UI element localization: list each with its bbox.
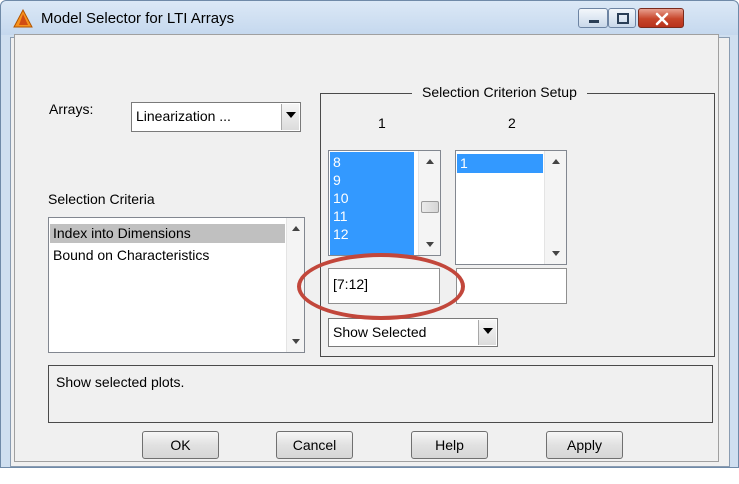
highlight-ring — [297, 253, 465, 320]
list-item[interactable]: 1 — [457, 154, 543, 173]
message-text: Show selected plots. — [56, 374, 185, 390]
window-title: Model Selector for LTI Arrays — [41, 10, 235, 27]
show-option-value: Show Selected — [333, 324, 427, 340]
dimension-2-index-field[interactable] — [456, 268, 567, 304]
arrays-dropdown-value: Linearization ... — [136, 108, 231, 124]
arrays-dropdown[interactable]: Linearization ... — [131, 102, 301, 132]
list-item[interactable]: 9 — [330, 172, 341, 189]
cancel-button[interactable]: Cancel — [276, 431, 353, 459]
arrays-label: Arrays: — [49, 101, 94, 117]
list-item[interactable]: 8 — [330, 154, 341, 171]
matlab-icon — [13, 9, 33, 28]
close-button[interactable] — [638, 8, 684, 28]
help-button[interactable]: Help — [411, 431, 488, 459]
column-1-header: 1 — [378, 115, 386, 131]
maximize-button[interactable] — [608, 8, 636, 28]
dimension-2-list[interactable]: 1 — [455, 150, 567, 265]
scrollbar[interactable] — [418, 151, 440, 255]
dimension-1-list[interactable]: 8 9 10 11 12 — [328, 150, 441, 256]
selection-criteria-list[interactable]: Index into Dimensions Bound on Character… — [48, 217, 305, 353]
scrollbar[interactable] — [544, 151, 566, 264]
scroll-down-icon[interactable] — [552, 251, 560, 256]
scroll-up-icon[interactable] — [292, 226, 300, 231]
scroll-up-icon[interactable] — [552, 159, 560, 164]
scroll-thumb[interactable] — [421, 201, 439, 213]
chevron-down-icon[interactable] — [281, 104, 299, 130]
ok-button[interactable]: OK — [142, 431, 219, 459]
setup-group-title: Selection Criterion Setup — [412, 84, 587, 100]
title-bar[interactable]: Model Selector for LTI Arrays — [1, 1, 738, 35]
scroll-down-icon[interactable] — [426, 242, 434, 247]
message-area: Show selected plots. — [48, 365, 713, 423]
selection-criteria-label: Selection Criteria — [48, 191, 155, 207]
minimize-icon — [589, 20, 599, 23]
list-item[interactable]: Bound on Characteristics — [50, 246, 209, 265]
minimize-button[interactable] — [578, 8, 608, 28]
scroll-down-icon[interactable] — [292, 339, 300, 344]
dialog-window: Model Selector for LTI Arrays Arrays: Li… — [0, 0, 739, 468]
list-item[interactable]: Index into Dimensions — [50, 224, 285, 243]
scroll-up-icon[interactable] — [426, 159, 434, 164]
close-icon — [655, 12, 669, 26]
show-option-dropdown[interactable]: Show Selected — [328, 318, 498, 347]
chevron-down-icon[interactable] — [478, 320, 496, 345]
dialog-panel: Arrays: Linearization ... Selection Crit… — [14, 34, 719, 462]
maximize-icon — [617, 13, 629, 24]
list-item[interactable]: 11 — [330, 208, 348, 225]
apply-button[interactable]: Apply — [546, 431, 623, 459]
list-item[interactable]: 10 — [330, 190, 349, 207]
column-2-header: 2 — [508, 115, 516, 131]
list-item[interactable]: 12 — [330, 226, 349, 243]
